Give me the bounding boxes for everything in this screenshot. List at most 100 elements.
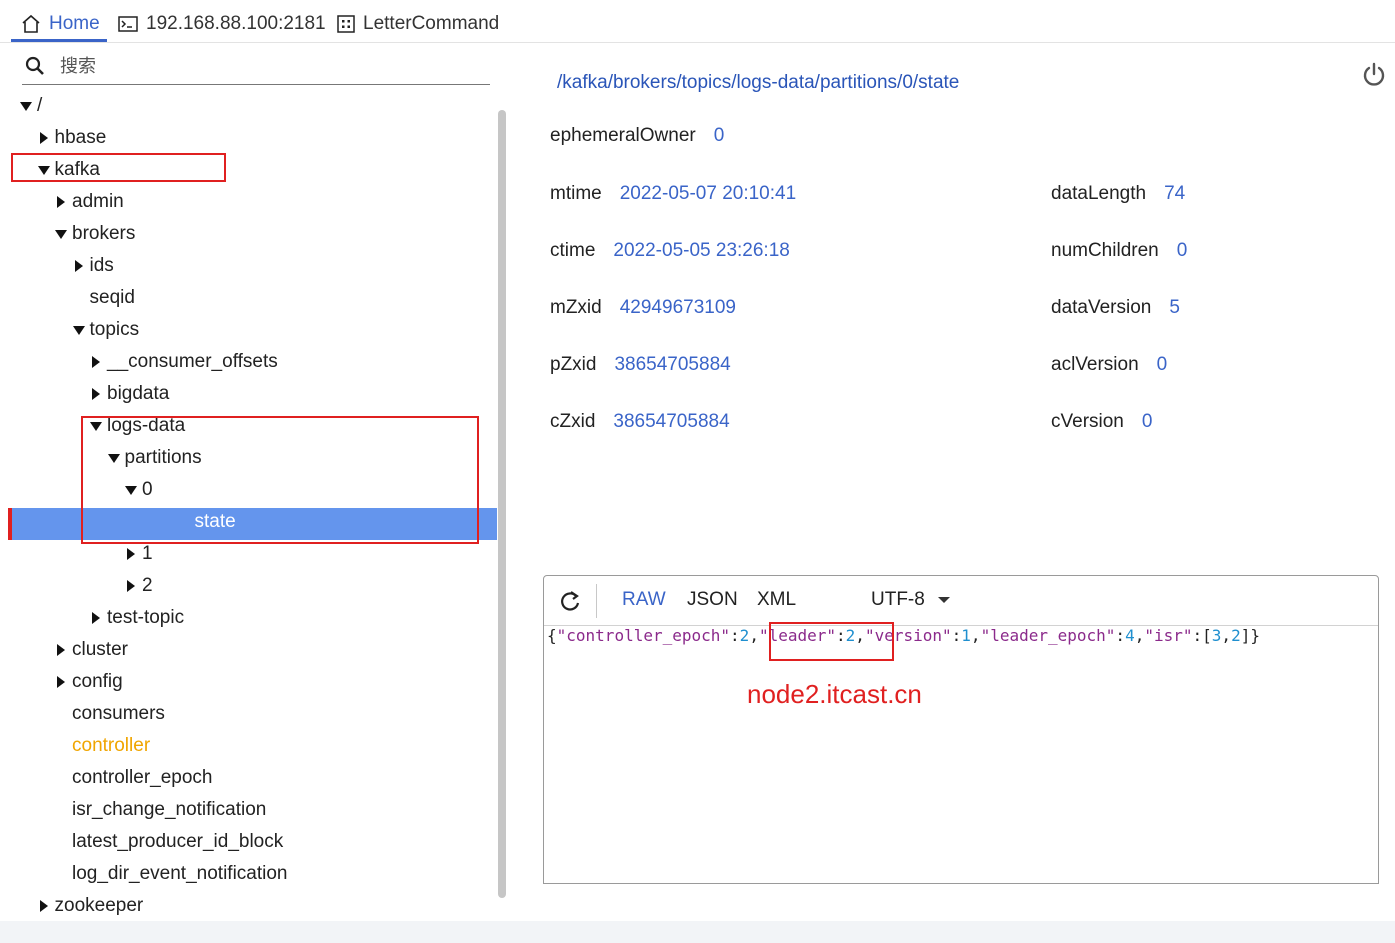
caret-right-icon[interactable] <box>125 570 137 602</box>
stat-cversion: cVersion 0 <box>1051 411 1152 433</box>
tree-node-label: log_dir_event_notification <box>72 863 288 884</box>
json-punctuation: { <box>547 626 557 645</box>
json-punctuation: , <box>1221 626 1232 645</box>
stat-value: 74 <box>1164 183 1186 204</box>
home-icon <box>22 14 40 33</box>
active-tab-indicator <box>11 39 107 42</box>
json-punctuation: , <box>1134 626 1145 645</box>
node-data-content[interactable]: {"controller_epoch":2,"leader":2,"versio… <box>547 626 1260 645</box>
json-number: 2 <box>739 626 750 645</box>
json-punctuation: : <box>730 626 740 645</box>
tab-server[interactable]: 192.168.88.100:2181 <box>118 10 326 38</box>
json-key: "leader_epoch" <box>980 626 1116 645</box>
tree-node-label: controller_epoch <box>72 767 213 788</box>
encoding-value: UTF-8 <box>871 589 925 610</box>
annotation-note: node2.itcast.cn <box>747 679 922 709</box>
format-json-button[interactable]: JSON <box>687 589 738 611</box>
stat-numchildren: numChildren 0 <box>1051 240 1187 262</box>
caret-right-icon[interactable] <box>90 378 102 410</box>
search-input[interactable] <box>58 52 482 80</box>
tree-node-label: config <box>72 671 123 692</box>
stat-label: ephemeralOwner <box>550 125 696 146</box>
json-punctuation: , <box>970 626 981 645</box>
stat-value: 2022-05-05 23:26:18 <box>613 240 790 261</box>
stat-value: 38654705884 <box>613 411 730 432</box>
search-icon <box>25 56 44 75</box>
stat-czxid: cZxid 38654705884 <box>550 411 730 433</box>
tree-node-label: isr_change_notification <box>72 799 267 820</box>
caret-right-icon[interactable] <box>38 890 50 922</box>
caret-right-icon[interactable] <box>55 186 67 218</box>
stat-value: 2022-05-07 20:10:41 <box>619 183 797 204</box>
stat-label: mZxid <box>550 297 602 318</box>
tree-node-label: 2 <box>142 575 153 596</box>
tree-node-label: cluster <box>72 639 128 660</box>
json-punctuation: : <box>1115 626 1126 645</box>
json-number: 1 <box>961 626 971 645</box>
status-bar <box>0 921 1395 943</box>
caret-right-icon[interactable] <box>38 122 50 154</box>
caret-right-icon[interactable] <box>55 666 67 698</box>
tree-node-label: topics <box>89 319 140 340</box>
caret-right-icon[interactable] <box>73 250 85 282</box>
tree-node-label: / <box>37 95 43 116</box>
encoding-select[interactable]: UTF-8 <box>871 589 951 611</box>
json-punctuation: , <box>749 626 759 645</box>
stat-label: dataVersion <box>1051 297 1152 318</box>
caret-right-icon[interactable] <box>90 602 102 634</box>
json-punctuation: ]} <box>1240 626 1260 645</box>
caret-down-icon[interactable] <box>72 314 85 346</box>
format-xml-button[interactable]: XML <box>757 589 796 611</box>
tab-lettercommand-label: LetterCommand <box>363 13 500 34</box>
stat-label: pZxid <box>550 354 597 375</box>
stat-value: 0 <box>1176 240 1188 261</box>
tree-node-label: test-topic <box>107 607 185 628</box>
caret-down-icon[interactable] <box>55 218 67 250</box>
disconnect-button[interactable] <box>1361 62 1387 93</box>
json-number: 2 <box>1231 626 1241 645</box>
editor-toolbar: RAW JSON XML UTF-8 <box>544 576 1378 626</box>
tree-node-label: zookeeper <box>54 895 144 916</box>
tree-node-label: seqid <box>89 287 135 308</box>
tab-lettercommand[interactable]: LetterCommand <box>337 10 499 38</box>
tree-scrollbar[interactable] <box>498 110 506 898</box>
tree-node-label: consumers <box>72 703 165 724</box>
caret-right-icon[interactable] <box>55 634 67 666</box>
annotation-box-logs-data <box>81 416 479 544</box>
caret-right-icon[interactable] <box>90 346 102 378</box>
tree-node-label: latest_producer_id_block <box>72 831 284 852</box>
json-number: 4 <box>1125 626 1135 645</box>
stat-label: numChildren <box>1051 240 1159 261</box>
chevron-down-icon <box>937 597 950 603</box>
stat-aclversion: aclVersion 0 <box>1051 354 1167 376</box>
node-path: /kafka/brokers/topics/logs-data/partitio… <box>557 72 960 93</box>
stat-label: ctime <box>550 240 596 261</box>
command-icon <box>337 15 355 33</box>
stat-label: dataLength <box>1051 183 1147 204</box>
tree-node-label: __consumer_offsets <box>107 351 278 372</box>
stat-mzxid: mZxid 42949673109 <box>550 297 736 319</box>
stat-datalength: dataLength 74 <box>1051 183 1185 205</box>
stat-dataversion: dataVersion 5 <box>1051 297 1180 319</box>
stat-value: 42949673109 <box>619 297 736 318</box>
json-key: "controller_epoch" <box>556 626 731 645</box>
refresh-button[interactable] <box>558 588 582 620</box>
data-editor: RAW JSON XML UTF-8 {"controller_epoch":2… <box>543 575 1379 884</box>
tree-node-label: hbase <box>54 127 107 148</box>
terminal-icon <box>118 16 138 32</box>
stat-label: cVersion <box>1051 411 1124 432</box>
caret-down-icon[interactable] <box>20 90 32 122</box>
stat-value: 5 <box>1169 297 1180 318</box>
tab-home-label: Home <box>49 13 100 34</box>
stat-value: 0 <box>1156 354 1168 375</box>
stat-ephemeralowner: ephemeralOwner 0 <box>550 125 724 147</box>
tab-server-label: 192.168.88.100:2181 <box>146 13 326 34</box>
format-raw-button[interactable]: RAW <box>622 589 666 611</box>
json-punctuation: : <box>951 626 962 645</box>
tab-home[interactable]: Home <box>21 10 100 38</box>
tree-node-label: bigdata <box>107 383 170 404</box>
stat-label: mtime <box>550 183 602 204</box>
tree-node-label: controller <box>72 735 151 756</box>
stat-label: aclVersion <box>1051 354 1139 375</box>
refresh-icon <box>561 591 580 611</box>
